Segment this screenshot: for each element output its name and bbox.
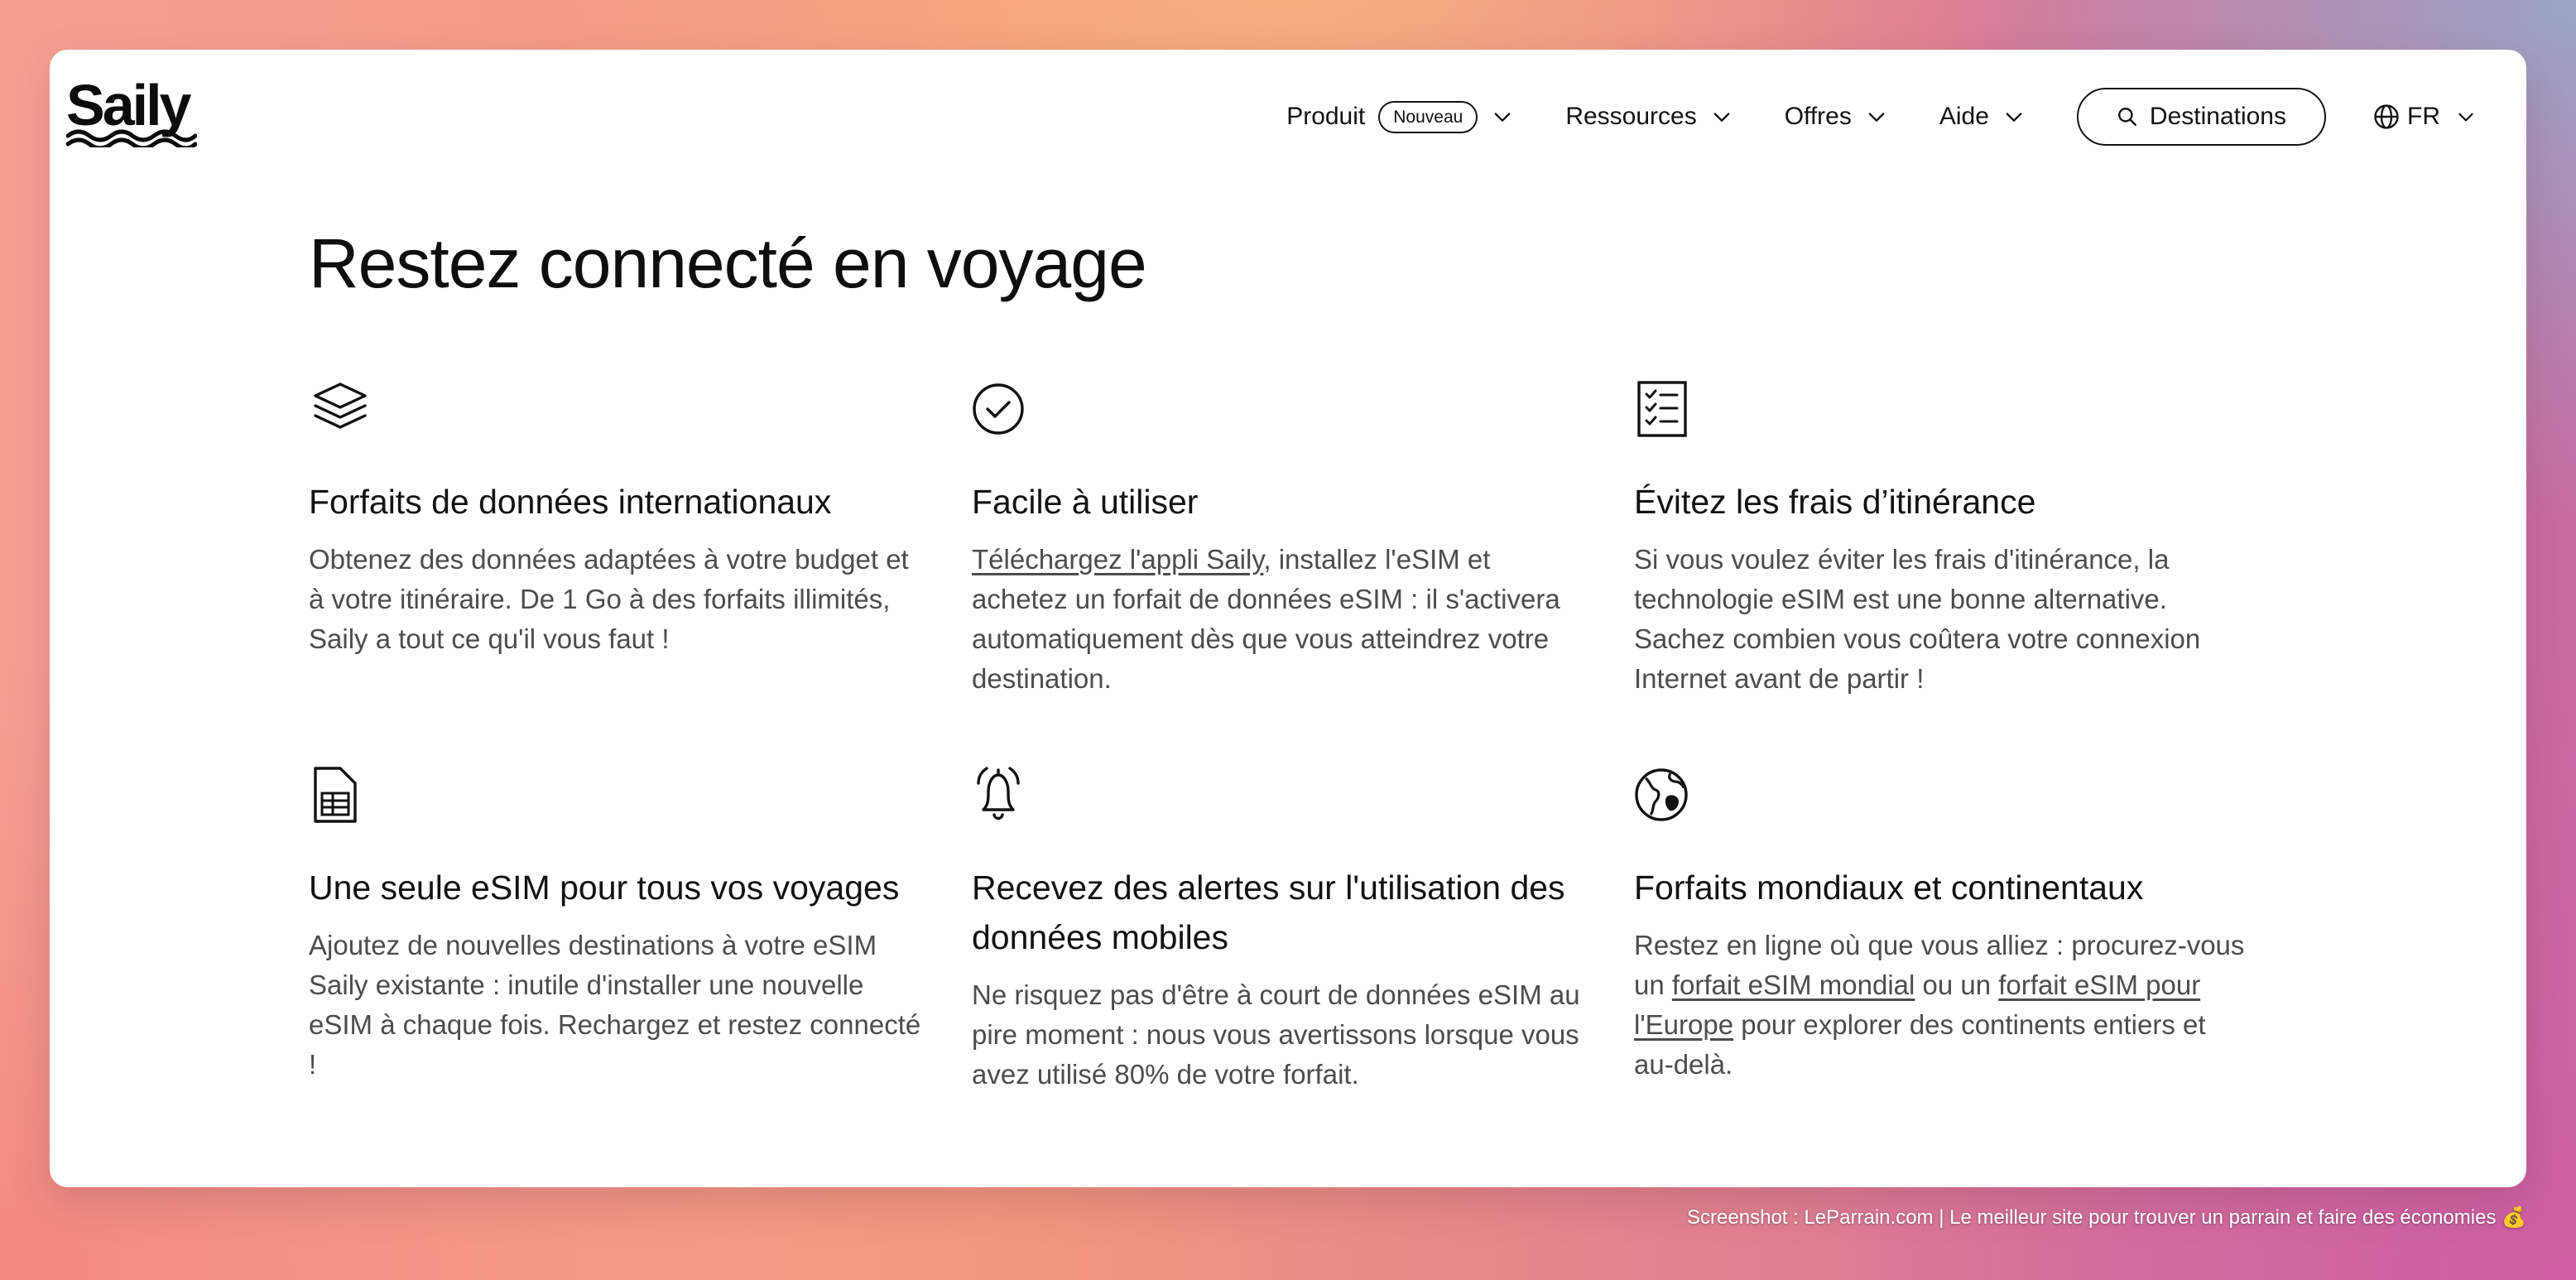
nav-offres-label: Offres: [1784, 103, 1852, 130]
new-badge: Nouveau: [1378, 100, 1478, 133]
nav-offres[interactable]: Offres: [1785, 103, 1888, 131]
checklist-icon: [1637, 381, 1687, 437]
feature-card: Forfaits mondiaux et continentaux Restez…: [1634, 763, 2247, 1085]
feature-text: Ajoutez de nouvelles destinations à votr…: [309, 930, 921, 1080]
layers-icon: [314, 383, 367, 429]
nav-ressources[interactable]: Ressources: [1565, 103, 1733, 131]
feature-card: Forfaits de données internationaux Obten…: [309, 378, 921, 659]
feature-card: Évitez les frais d’itinérance Si vous vo…: [1634, 378, 2247, 699]
feature-title: Forfaits mondiaux et continentaux: [1634, 869, 2144, 907]
destinations-label: Destinations: [2149, 103, 2286, 130]
feature-title: Forfaits de données internationaux: [309, 483, 832, 521]
world-esim-link[interactable]: forfait eSIM mondial: [1672, 970, 1915, 1000]
nav-aide-label: Aide: [1939, 103, 1989, 130]
check-circle-icon: [973, 383, 1024, 435]
feature-title: Recevez des alertes sur l'utilisation de…: [972, 869, 1565, 956]
feature-card: Recevez des alertes sur l'utilisation de…: [972, 763, 1584, 1095]
feature-text: Restez en ligne où que vous alliez : pro…: [1634, 926, 2247, 1085]
chevron-down-icon: [1713, 113, 1730, 122]
nav-aide[interactable]: Aide: [1939, 103, 2026, 131]
chevron-down-icon: [1494, 113, 1511, 122]
browser-page: Saily Produit Nouveau Ressources Offres …: [50, 50, 2526, 1187]
nav-produit[interactable]: Produit Nouveau: [1286, 100, 1514, 133]
download-app-link[interactable]: Téléchargez l'appli Saily: [972, 544, 1263, 575]
feature-title: Évitez les frais d’itinérance: [1634, 483, 2036, 521]
page-title: Restez connecté en voyage: [309, 224, 1147, 302]
screenshot-credit: Screenshot : LeParrain.com | Le meilleur…: [1687, 1206, 2526, 1229]
chevron-down-icon: [1868, 113, 1885, 122]
bell-icon: [977, 767, 1020, 820]
globe-icon: [1635, 768, 1688, 821]
logo-wordmark: Saily: [66, 73, 191, 137]
feature-card: Facile à utiliser Téléchargez l'appli Sa…: [972, 378, 1584, 699]
feature-card: Une seule eSIM pour tous vos voyages Ajo…: [309, 763, 921, 1085]
feature-title: Facile à utiliser: [972, 483, 1199, 521]
language-selector[interactable]: FR: [2372, 103, 2477, 131]
saily-logo[interactable]: Saily: [66, 76, 248, 147]
destinations-button[interactable]: Destinations: [2076, 88, 2326, 146]
globe-icon: [2374, 104, 2399, 129]
chevron-down-icon: [2006, 113, 2022, 122]
main-nav: Produit Nouveau Ressources Offres Aide D…: [1286, 88, 2477, 146]
chevron-down-icon: [2458, 113, 2473, 122]
feature-text: Si vous voulez éviter les frais d'itinér…: [1634, 544, 2201, 694]
feature-text: Obtenez des données adaptées à votre bud…: [309, 544, 909, 654]
logo-wave-icon: [66, 129, 197, 147]
feature-text-part: ou un: [1915, 970, 1999, 1000]
nav-produit-label: Produit: [1286, 103, 1366, 130]
language-label: FR: [2407, 103, 2440, 130]
sim-card-icon: [314, 767, 357, 823]
feature-text: Ne risquez pas d'être à court de données…: [972, 979, 1580, 1090]
feature-text: Téléchargez l'appli Saily, installez l'e…: [972, 540, 1584, 699]
nav-ressources-label: Ressources: [1565, 103, 1697, 130]
search-icon: [2117, 108, 2136, 126]
feature-title: Une seule eSIM pour tous vos voyages: [309, 869, 900, 907]
